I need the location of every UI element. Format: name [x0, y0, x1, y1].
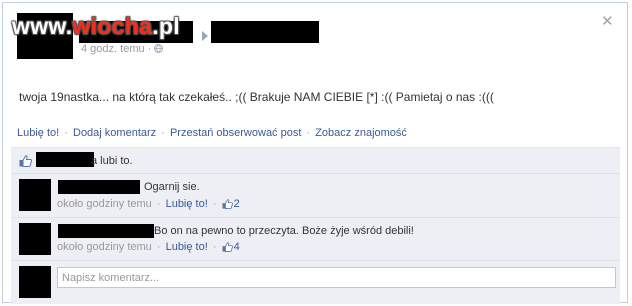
- comment-input[interactable]: [57, 267, 616, 288]
- viewer-avatar: [19, 266, 51, 298]
- thumbs-up-icon: [19, 155, 32, 167]
- globe-icon[interactable]: [154, 44, 164, 53]
- comment-like-count[interactable]: 2: [234, 198, 240, 210]
- add-comment-link[interactable]: Dodaj komentarz: [73, 127, 156, 139]
- comment-like-count[interactable]: 4: [234, 241, 240, 253]
- divider: [11, 260, 620, 261]
- comment-body: Ogarnij sie.: [144, 181, 200, 193]
- post-meta: 4 godz. temu ·: [81, 43, 164, 55]
- story-card: www.wiocha.pl 4 godz. temu · ✕ twoja 19n…: [2, 2, 628, 304]
- comment-like-link[interactable]: Lubię to!: [166, 198, 208, 210]
- see-friendship-link[interactable]: Zobacz znajomość: [315, 127, 407, 139]
- post-message: twoja 19nastka... na którą tak czekałeś.…: [19, 90, 494, 104]
- comment-like-link[interactable]: Lubię to!: [166, 241, 208, 253]
- watermark-logo: www.wiocha.pl: [12, 13, 180, 39]
- like-link[interactable]: Lubię to!: [17, 127, 59, 139]
- comment-avatar[interactable]: [19, 223, 51, 255]
- comment-meta: około godziny temu · Lubię to! · 4: [57, 241, 240, 253]
- thumbs-up-icon: [222, 199, 233, 209]
- post-actions: Lubię to! · Dodaj komentarz · Przestań o…: [17, 127, 407, 139]
- post-timestamp[interactable]: 4 godz. temu: [81, 43, 145, 55]
- comment-avatar[interactable]: [19, 179, 51, 211]
- liker-name[interactable]: [36, 152, 94, 167]
- comment-author[interactable]: [58, 224, 154, 238]
- recipient-name[interactable]: [211, 21, 319, 43]
- comment-meta: około godziny temu · Lubię to! · 2: [57, 198, 240, 210]
- feedback-section: a lubi to. Ogarnij sie. około godziny te…: [11, 147, 620, 304]
- recipient-arrow-icon: [202, 31, 208, 41]
- close-icon[interactable]: ✕: [601, 14, 614, 29]
- thumbs-up-icon: [222, 242, 233, 252]
- likes-summary: a lubi to.: [91, 155, 133, 167]
- unfollow-post-link[interactable]: Przestań obserwować post: [170, 127, 301, 139]
- divider: [11, 173, 620, 174]
- comment-author[interactable]: [58, 180, 140, 194]
- comment-timestamp[interactable]: około godziny temu: [57, 241, 152, 253]
- comment-body: Bo on na pewno to przeczyta. Boże żyje w…: [154, 225, 414, 237]
- comment-timestamp[interactable]: około godziny temu: [57, 198, 152, 210]
- divider: [11, 217, 620, 218]
